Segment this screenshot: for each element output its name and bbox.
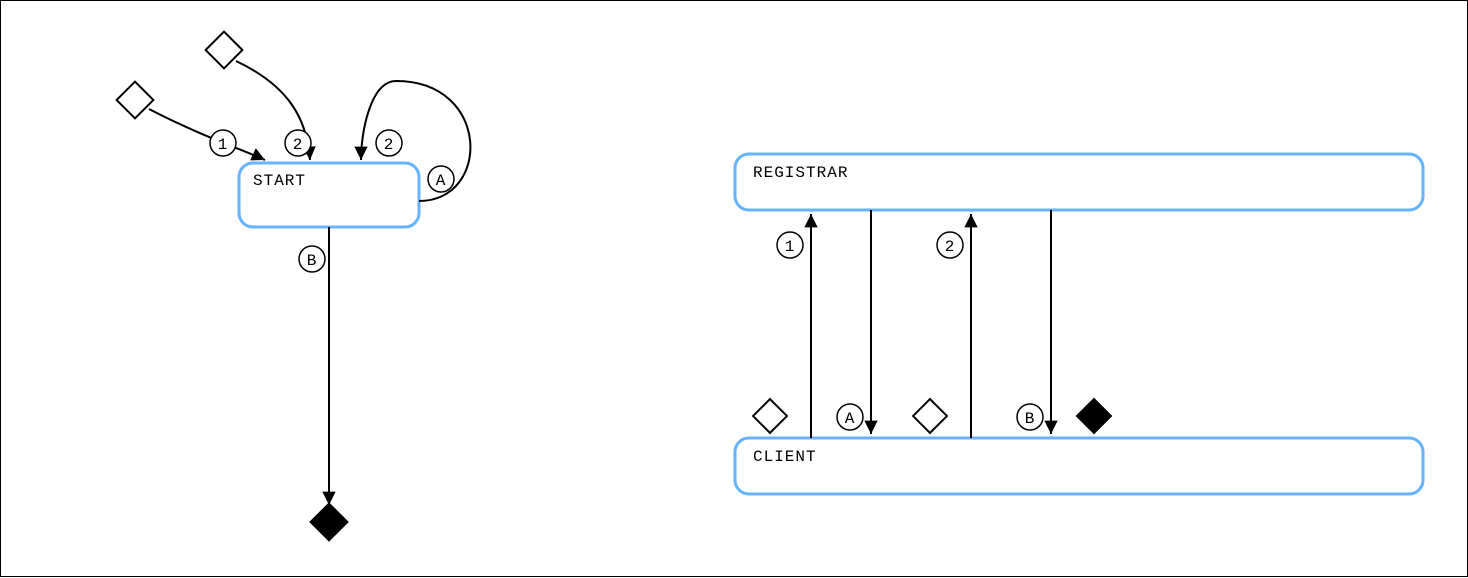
edge-label-up1: 1 [785,238,796,256]
edge-label-downB: B [1025,410,1036,428]
diamond-open-icon [117,82,154,119]
edge-label-up2: 2 [945,238,956,256]
edge-label-loop-side: A [436,172,447,190]
edge-label-out: B [307,252,318,270]
client-box [735,438,1423,494]
edge-label-downA: A [845,410,856,428]
edge-label-in2: 2 [293,136,304,154]
start-node-label: START [253,172,306,190]
edge-label-loop-top: 2 [384,136,395,154]
diagram-canvas: START 1 2 2 A B [0,0,1468,577]
client-label: CLIENT [753,448,817,466]
edge-label-in1: 1 [218,136,229,154]
diamond-open-icon [206,32,243,69]
diagram-svg: START 1 2 2 A B [1,1,1468,578]
diamond-filled-icon [309,502,349,542]
left-state-diagram: START 1 2 2 A B [117,32,471,542]
diamond-open-icon [753,399,787,433]
diamond-filled-icon [1076,398,1113,435]
diamond-open-icon [913,399,947,433]
registrar-label: REGISTRAR [753,164,848,182]
right-sequence-diagram: REGISTRAR CLIENT 1 A 2 B [735,154,1423,494]
registrar-box [735,154,1423,210]
edge-in-1 [149,109,265,160]
